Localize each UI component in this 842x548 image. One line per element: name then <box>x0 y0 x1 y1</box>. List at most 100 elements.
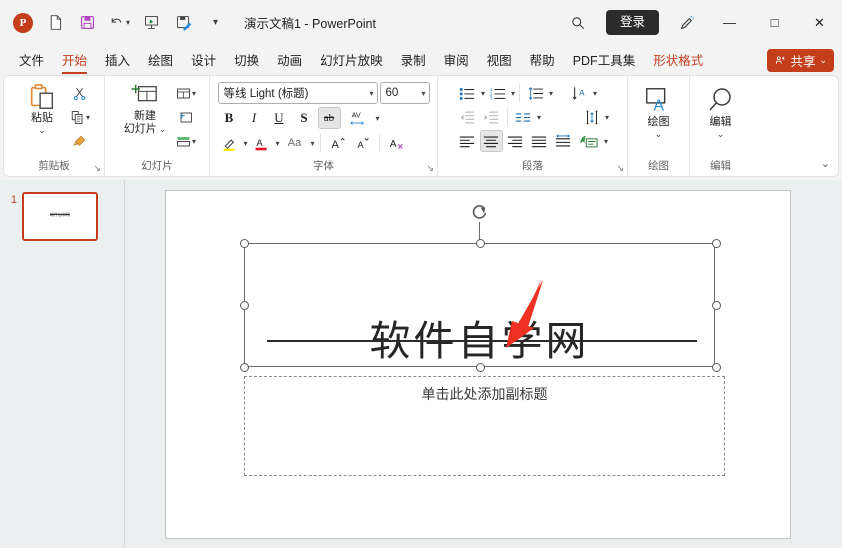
clipboard-dialog-launcher[interactable]: ↘ <box>93 163 101 174</box>
text-direction-button[interactable]: A <box>568 82 591 104</box>
chevron-down-icon[interactable]: ▾ <box>549 89 553 98</box>
section-button[interactable]: ▾ <box>174 130 198 153</box>
character-spacing-button[interactable]: AV <box>343 107 373 129</box>
reset-slide-button[interactable] <box>174 106 198 129</box>
tab-slideshow[interactable]: 幻灯片放映 <box>311 46 392 74</box>
tab-file[interactable]: 文件 <box>10 46 53 74</box>
increase-indent-button[interactable] <box>480 106 503 128</box>
font-name-combobox[interactable]: 等线 Light (标题) ▾ <box>217 82 378 104</box>
text-shadow-button[interactable]: S <box>293 107 316 129</box>
resize-handle-top-center[interactable] <box>476 239 485 248</box>
minimize-button[interactable]: — <box>707 0 752 45</box>
chevron-down-icon[interactable]: ▾ <box>311 139 315 148</box>
text-highlight-button[interactable] <box>218 132 241 154</box>
tab-pdf-tools[interactable]: PDF工具集 <box>564 46 645 74</box>
paragraph-dialog-launcher[interactable]: ↘ <box>616 163 624 174</box>
new-slide-button[interactable]: 新建 幻灯片 ⌄ <box>116 80 174 138</box>
chevron-down-icon[interactable]: ⌄ <box>819 55 827 66</box>
increase-font-size-button[interactable]: A <box>326 132 349 154</box>
start-slideshow-icon[interactable] <box>136 8 166 38</box>
resize-handle-top-right[interactable] <box>712 239 721 248</box>
resize-handle-top-left[interactable] <box>240 239 249 248</box>
subtitle-placeholder[interactable]: 单击此处添加副标题 <box>244 376 725 476</box>
chevron-down-icon[interactable]: ▾ <box>604 137 608 146</box>
resize-handle-bottom-right[interactable] <box>712 363 721 372</box>
resize-handle-middle-right[interactable] <box>712 301 721 310</box>
distribute-text-button[interactable] <box>552 130 575 152</box>
title-placeholder[interactable]: 软件自学网 <box>240 205 721 372</box>
tab-insert[interactable]: 插入 <box>96 46 139 74</box>
slide-thumbnail-1[interactable]: 软件自学网 <box>22 192 98 241</box>
paste-button[interactable]: 粘贴 ⌄ <box>16 80 68 138</box>
rotate-handle-icon[interactable] <box>470 202 490 222</box>
bold-button[interactable]: B <box>218 107 241 129</box>
slide-canvas[interactable]: 单击此处添加副标题 软件自学网 <box>165 190 791 539</box>
chevron-down-icon[interactable]: ▾ <box>126 18 130 27</box>
search-icon[interactable] <box>558 0 598 45</box>
tab-animations[interactable]: 动画 <box>268 46 311 74</box>
italic-button[interactable]: I <box>243 107 266 129</box>
tab-transitions[interactable]: 切换 <box>225 46 268 74</box>
decrease-indent-button[interactable] <box>456 106 479 128</box>
chevron-down-icon[interactable]: ▾ <box>605 113 609 122</box>
chevron-down-icon[interactable]: ▾ <box>369 89 373 98</box>
align-center-button[interactable] <box>479 130 503 152</box>
chevron-down-icon[interactable]: ⌄ <box>717 129 725 140</box>
maximize-button[interactable]: □ <box>752 0 797 45</box>
save-as-icon[interactable] <box>168 8 198 38</box>
tab-home[interactable]: 开始 <box>53 46 96 74</box>
save-icon[interactable] <box>72 8 102 38</box>
tab-design[interactable]: 设计 <box>182 46 225 74</box>
tab-shape-format[interactable]: 形状格式 <box>644 46 712 74</box>
pen-designer-icon[interactable] <box>667 0 707 45</box>
change-case-button[interactable]: Aa <box>282 132 308 154</box>
chevron-down-icon[interactable]: ▾ <box>276 139 280 148</box>
collapse-ribbon-button[interactable]: ⌄ <box>821 157 830 170</box>
align-text-vertical-button[interactable] <box>580 106 603 128</box>
columns-button[interactable] <box>512 106 535 128</box>
strikethrough-button[interactable]: ab <box>317 107 341 129</box>
new-file-icon[interactable] <box>40 8 70 38</box>
chevron-down-icon[interactable]: ⌄ <box>655 129 663 140</box>
chevron-down-icon[interactable]: ▾ <box>192 89 196 98</box>
close-button[interactable]: ✕ <box>797 0 842 45</box>
resize-handle-middle-left[interactable] <box>240 301 249 310</box>
tab-help[interactable]: 帮助 <box>521 46 564 74</box>
editing-button[interactable]: 编辑 ⌄ <box>695 84 747 142</box>
drawing-button[interactable]: A 绘图 ⌄ <box>633 84 685 142</box>
chevron-down-icon[interactable]: ▾ <box>481 89 485 98</box>
decrease-font-size-button[interactable]: A <box>351 132 374 154</box>
font-dialog-launcher[interactable]: ↘ <box>426 163 434 174</box>
sign-in-button[interactable]: 登录 <box>605 10 659 35</box>
chevron-down-icon[interactable]: ▾ <box>593 89 597 98</box>
font-size-combobox[interactable]: 60 ▾ <box>379 82 430 104</box>
tab-view[interactable]: 视图 <box>478 46 521 74</box>
resize-handle-bottom-left[interactable] <box>240 363 249 372</box>
chevron-down-icon[interactable]: ▾ <box>537 113 541 122</box>
resize-handle-bottom-center[interactable] <box>476 363 485 372</box>
chevron-down-icon[interactable]: ▾ <box>421 89 425 98</box>
font-color-button[interactable]: A <box>250 132 273 154</box>
slide-layout-button[interactable]: ▾ <box>174 82 198 105</box>
chevron-down-icon[interactable]: ▾ <box>511 89 515 98</box>
chevron-down-icon[interactable]: ▾ <box>86 113 90 122</box>
numbering-button[interactable]: 123 <box>486 82 509 104</box>
chevron-down-icon[interactable]: ▾ <box>376 114 380 123</box>
tab-review[interactable]: 审阅 <box>435 46 478 74</box>
align-left-button[interactable] <box>456 130 479 152</box>
align-justify-button[interactable] <box>528 130 551 152</box>
line-spacing-button[interactable] <box>524 82 547 104</box>
align-right-button[interactable] <box>504 130 527 152</box>
undo-icon[interactable]: ▾ <box>104 8 134 38</box>
convert-smartart-button[interactable] <box>576 130 602 152</box>
chevron-down-icon[interactable]: ⌄ <box>38 125 46 136</box>
cut-button[interactable] <box>68 82 92 105</box>
format-painter-button[interactable] <box>68 130 92 153</box>
customize-qat-icon[interactable]: ▾ <box>200 8 230 38</box>
bullets-button[interactable] <box>456 82 479 104</box>
clear-formatting-button[interactable]: A <box>385 132 408 154</box>
copy-button[interactable]: ▾ <box>68 106 92 129</box>
chevron-down-icon[interactable]: ⌄ <box>159 124 167 135</box>
tab-draw[interactable]: 绘图 <box>139 46 182 74</box>
tab-record[interactable]: 录制 <box>392 46 435 74</box>
